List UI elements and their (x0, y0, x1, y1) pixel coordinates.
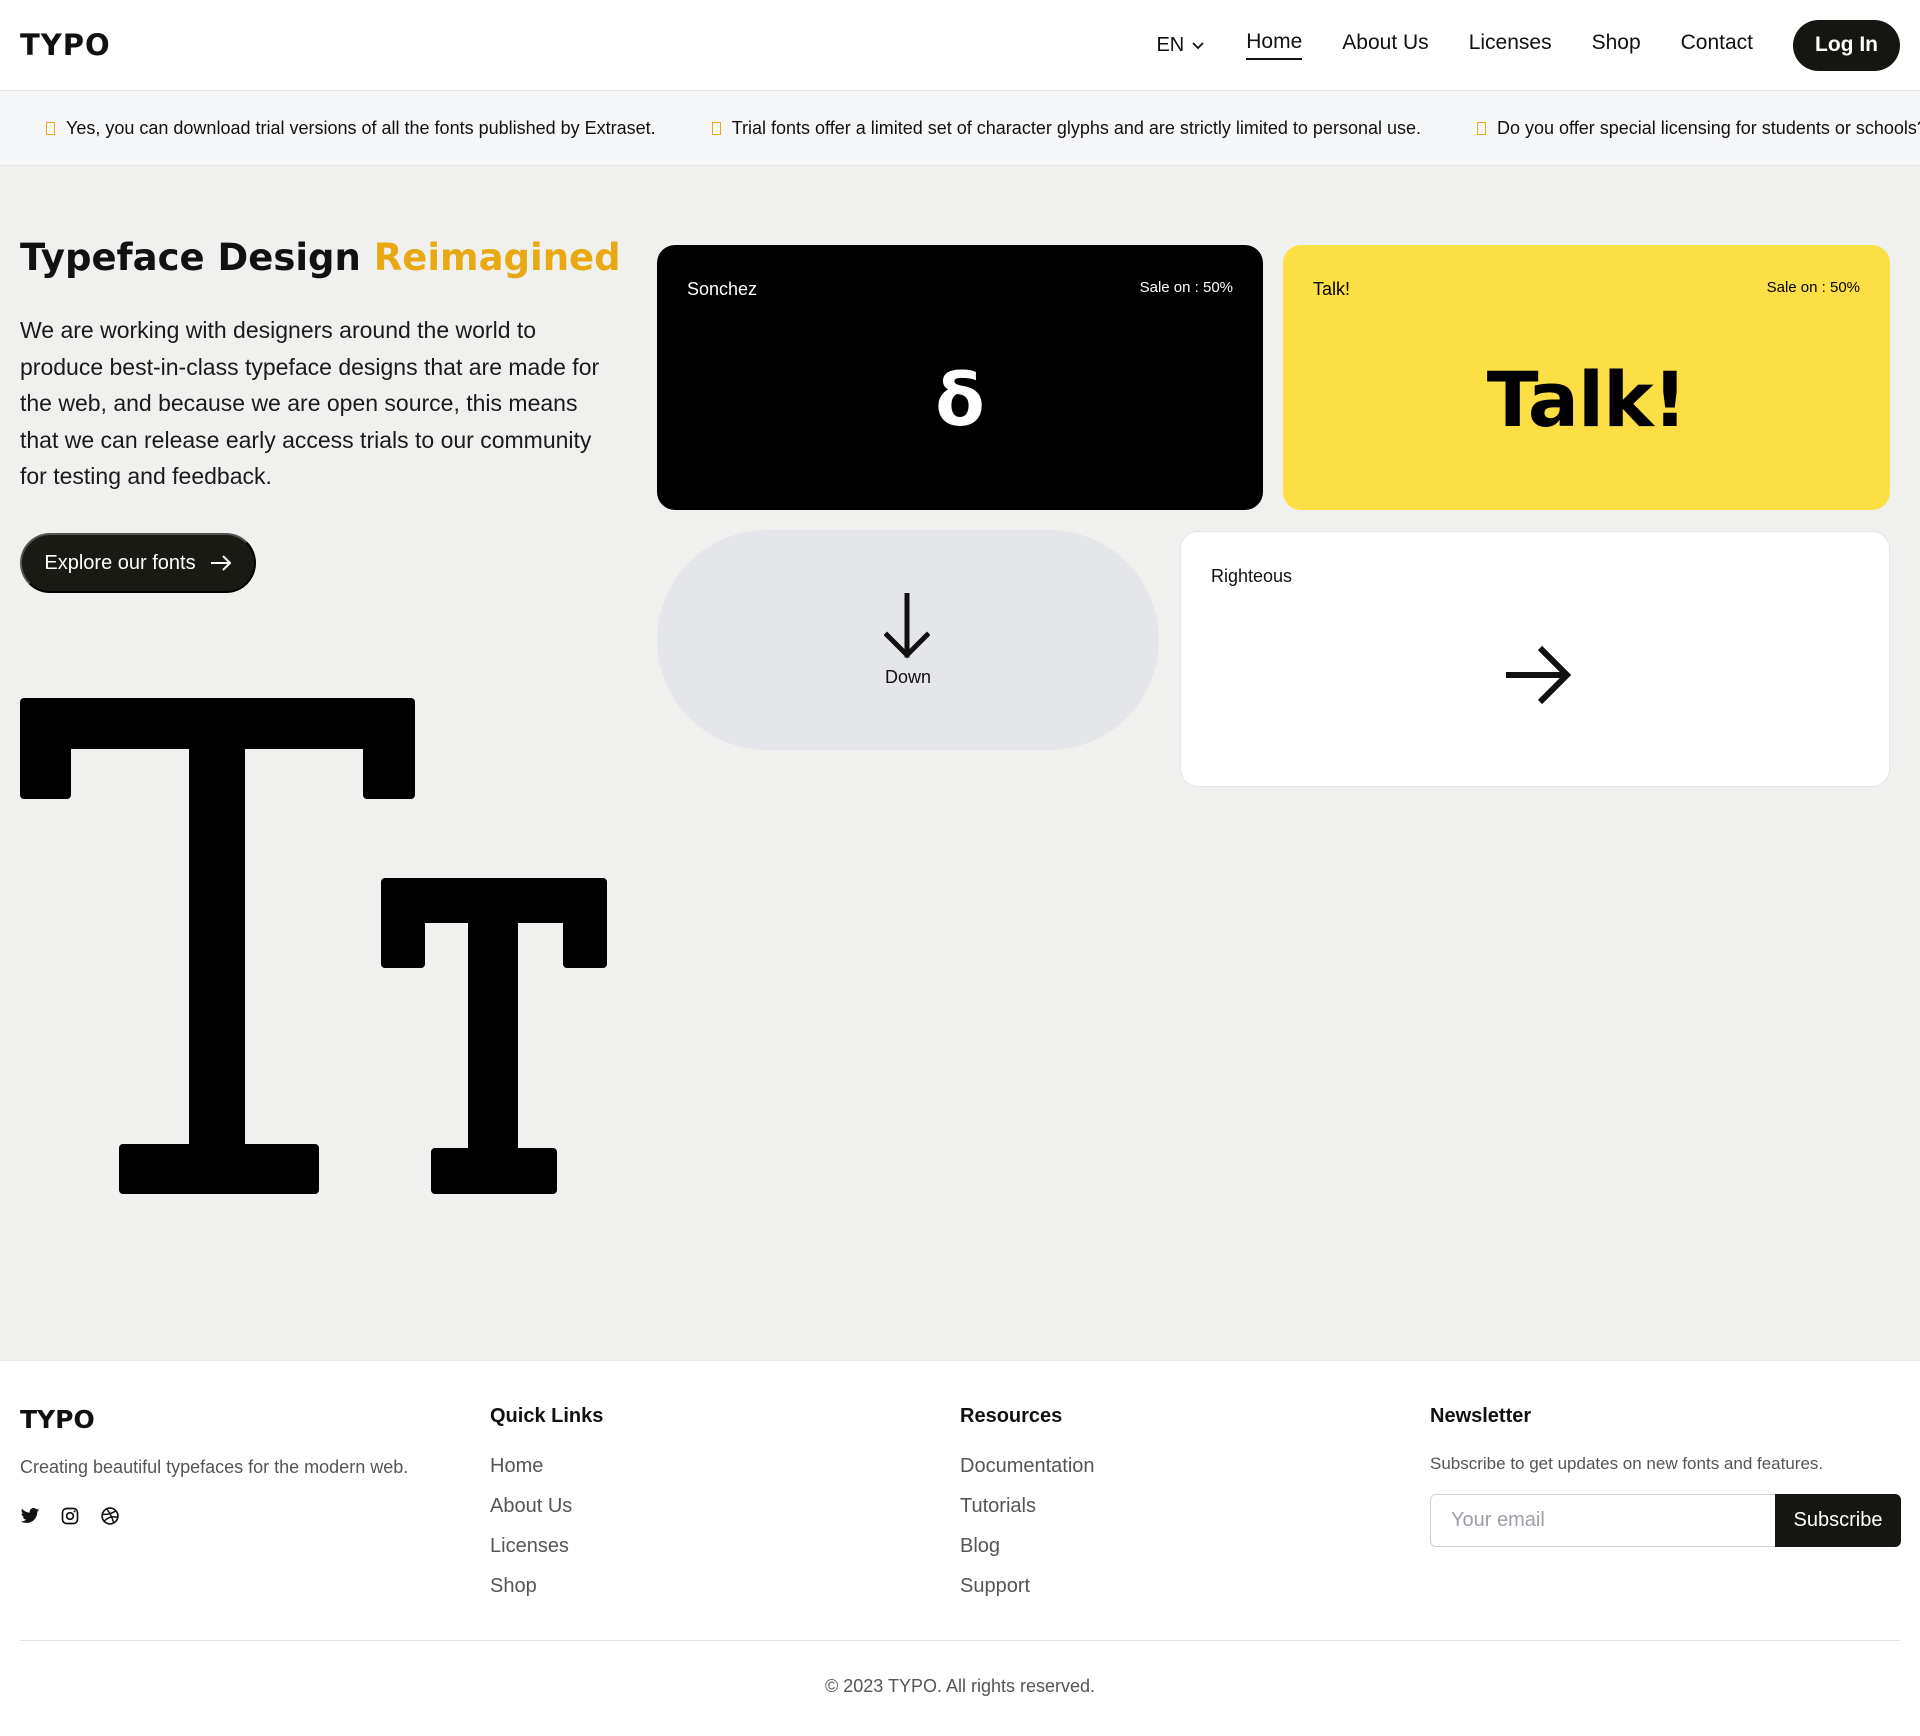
footer-link-licenses[interactable]: Licenses (490, 1534, 603, 1558)
footer-link-about-us[interactable]: About Us (490, 1494, 603, 1518)
sale-badge: Sale on : 50% (1139, 279, 1233, 296)
large-t-glyph-icon (20, 698, 415, 1194)
font-card-sonchez[interactable]: Sonchez Sale on : 50% δ (657, 245, 1263, 510)
hero-title-main: Typeface Design (20, 236, 361, 279)
bullet-icon (1477, 121, 1486, 135)
announcement-ticker: Yes, you can download trial versions of … (0, 91, 1920, 166)
explore-fonts-button[interactable]: Explore our fonts (20, 533, 256, 593)
arrow-right-icon (1506, 645, 1572, 705)
subscribe-button[interactable]: Subscribe (1775, 1494, 1901, 1547)
footer-divider (20, 1640, 1900, 1641)
footer-link-tutorials[interactable]: Tutorials (960, 1494, 1095, 1518)
bullet-icon (46, 121, 55, 135)
font-sample-glyph: δ (935, 358, 985, 442)
site-logo[interactable]: TYPO (20, 28, 111, 62)
site-header: TYPO EN Home About Us Licenses Shop Cont… (0, 0, 1920, 91)
footer-column-title: Newsletter (1430, 1405, 1532, 1427)
dribbble-icon[interactable] (100, 1506, 120, 1526)
font-card-name: Righteous (1211, 566, 1293, 586)
newsletter-description: Subscribe to get updates on new fonts an… (1430, 1454, 1824, 1473)
hero-description: We are working with designers around the… (20, 317, 600, 489)
arrow-right-icon (210, 555, 232, 571)
nav-about-us[interactable]: About Us (1342, 31, 1428, 59)
footer-link-home[interactable]: Home (490, 1454, 603, 1478)
sale-badge: Sale on : 50% (1766, 279, 1860, 296)
arrow-down-icon (884, 593, 930, 659)
font-card-down[interactable]: Down (657, 530, 1159, 750)
font-card-name: Talk! (1313, 279, 1351, 299)
font-card-name: Sonchez (687, 279, 758, 299)
nav-contact[interactable]: Contact (1681, 31, 1753, 59)
language-selector[interactable]: EN (1156, 34, 1206, 57)
font-card-name: Down (884, 667, 932, 687)
social-links (20, 1506, 120, 1526)
footer-link-blog[interactable]: Blog (960, 1534, 1095, 1558)
ticker-text: Do you offer special licensing for stude… (1497, 117, 1920, 138)
footer-newsletter: Newsletter Subscribe to get updates on n… (1430, 1405, 1901, 1547)
instagram-icon[interactable] (60, 1506, 80, 1526)
main-nav: EN Home About Us Licenses Shop Contact L… (1156, 19, 1900, 71)
site-footer: TYPO Creating beautiful typefaces for th… (0, 1360, 1920, 1736)
login-button[interactable]: Log In (1793, 19, 1900, 71)
explore-fonts-label: Explore our fonts (44, 551, 196, 574)
hero-title-accent: Reimagined (373, 236, 621, 279)
newsletter-form: Subscribe (1430, 1494, 1901, 1547)
footer-column-title: Quick Links (490, 1405, 604, 1427)
ticker-item: Yes, you can download trial versions of … (46, 118, 656, 139)
footer-quick-links: Quick Links Home About Us Licenses Shop (490, 1405, 603, 1614)
font-card-righteous[interactable]: Righteous (1180, 531, 1890, 787)
ticker-item: Trial fonts offer a limited set of chara… (711, 117, 1421, 139)
twitter-icon[interactable] (20, 1506, 40, 1526)
nav-home[interactable]: Home (1246, 30, 1303, 60)
font-sample-glyph: Talk! (1486, 355, 1688, 444)
footer-column-title: Resources (960, 1405, 1063, 1427)
footer-link-documentation[interactable]: Documentation (960, 1454, 1095, 1478)
chevron-down-icon (1192, 42, 1204, 50)
newsletter-email-input[interactable] (1430, 1494, 1775, 1547)
bullet-icon (711, 121, 721, 135)
footer-link-support[interactable]: Support (960, 1574, 1095, 1598)
language-label: EN (1156, 33, 1185, 56)
ticker-text: Trial fonts offer a limited set of chara… (731, 117, 1421, 138)
font-card-talk[interactable]: Talk! Sale on : 50% Talk! (1283, 245, 1890, 510)
small-t-glyph-icon (381, 878, 607, 1194)
footer-link-shop[interactable]: Shop (490, 1574, 603, 1598)
ticker-text: Yes, you can download trial versions of … (66, 117, 656, 138)
copyright-text: © 2023 TYPO. All rights reserved. (824, 1676, 1096, 1696)
ticker-item: Do you offer special licensing for stude… (1477, 118, 1920, 139)
footer-resources: Resources Documentation Tutorials Blog S… (960, 1405, 1095, 1614)
hero-title: Typeface Design Reimagined (20, 236, 621, 279)
footer-tagline: Creating beautiful typefaces for the mod… (20, 1457, 409, 1477)
nav-licenses[interactable]: Licenses (1469, 31, 1552, 59)
nav-shop[interactable]: Shop (1592, 31, 1641, 59)
footer-logo[interactable]: TYPO (20, 1405, 95, 1434)
